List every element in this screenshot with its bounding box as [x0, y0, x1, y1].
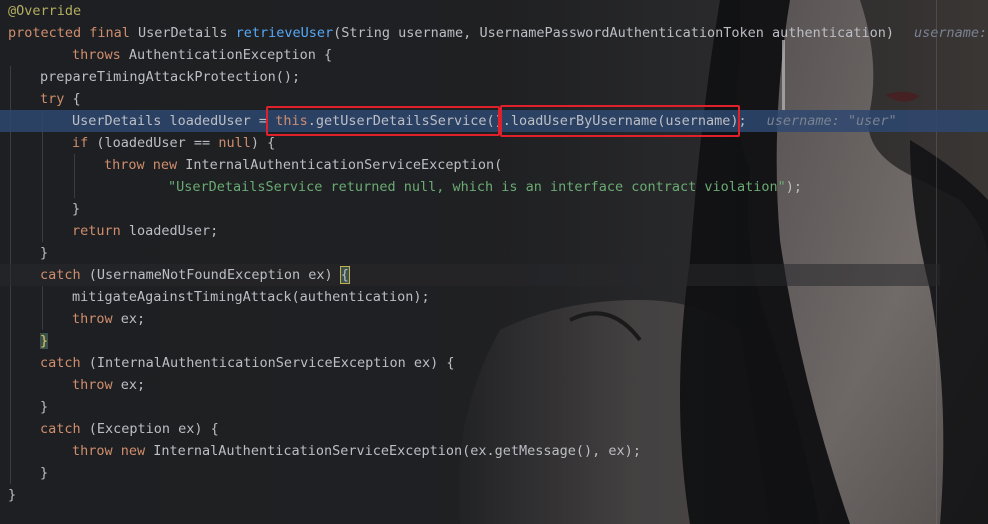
code-text: InternalAuthenticationServiceException(e… — [153, 443, 641, 459]
code-text: (InternalAuthenticationServiceException … — [80, 355, 455, 371]
keyword-token: catch — [40, 421, 81, 437]
code-text: } — [8, 487, 17, 503]
code-line: throw ex; — [72, 374, 988, 396]
keyword-token: throw new — [104, 157, 186, 173]
code-text: (Exception ex) { — [80, 421, 219, 437]
code-text: AuthenticationException { — [128, 47, 333, 63]
keyword-token: try — [40, 91, 65, 107]
code-text: UserDetails loadedUser = — [72, 113, 276, 129]
code-text: ) { — [250, 135, 276, 151]
code-line: } — [40, 396, 988, 418]
code-line: throw new InternalAuthenticationServiceE… — [72, 440, 988, 462]
code-line: throw new InternalAuthenticationServiceE… — [104, 154, 988, 176]
code-text: InternalAuthenticationServiceException( — [185, 157, 503, 173]
code-text: } — [40, 399, 49, 415]
method-name-token: retrieveUser — [235, 25, 334, 41]
code-line: catch (InternalAuthenticationServiceExce… — [40, 352, 988, 374]
keyword-token: this — [275, 113, 308, 129]
code-text: } — [40, 465, 49, 481]
keyword-token: catch — [40, 355, 81, 371]
keyword-token: protected final — [8, 25, 139, 41]
code-line: throw ex; — [72, 308, 988, 330]
keyword-token: if — [72, 135, 89, 151]
code-line: prepareTimingAttackProtection(); — [40, 66, 988, 88]
code-line: } — [40, 462, 988, 484]
code-lines: @Override protected final UserDetails re… — [0, 0, 988, 524]
code-text: { — [64, 91, 81, 107]
code-line: try { — [40, 88, 988, 110]
code-line: mitigateAgainstTimingAttack(authenticati… — [72, 286, 988, 308]
code-line: } — [8, 484, 988, 506]
code-text: ex; — [120, 377, 146, 393]
code-text: } — [40, 245, 49, 261]
code-line: protected final UserDetails retrieveUser… — [8, 22, 988, 44]
code-editor[interactable]: @Override protected final UserDetails re… — [0, 0, 988, 524]
code-line: throws AuthenticationException { — [72, 44, 988, 66]
code-text: ); — [785, 179, 802, 195]
code-line: catch (Exception ex) { — [40, 418, 988, 440]
matched-brace-close: } — [40, 333, 49, 349]
code-line: } — [40, 242, 988, 264]
keyword-token: throw new — [72, 443, 154, 459]
code-text: UserDetails — [138, 25, 236, 41]
code-line: "UserDetailsService returned null, which… — [168, 176, 988, 198]
keyword-token: return — [72, 223, 129, 239]
code-text: (String username, UsernamePasswordAuthen… — [333, 25, 894, 41]
code-text: (UsernameNotFoundException ex) — [80, 267, 341, 283]
keyword-token: throw — [72, 377, 121, 393]
keyword-token: catch — [40, 267, 81, 283]
code-line: } — [40, 330, 988, 352]
current-execution-line: UserDetails loadedUser = this.getUserDet… — [0, 110, 988, 132]
code-text: .loadUserByUsername(username); — [502, 113, 747, 129]
string-literal: "UserDetailsService returned null, which… — [168, 179, 786, 195]
inline-debug-hint: username: " — [913, 25, 988, 41]
keyword-token: null — [218, 135, 251, 151]
code-line: @Override — [8, 0, 988, 22]
code-text: .getUserDetailsService() — [307, 113, 503, 129]
code-text: mitigateAgainstTimingAttack(authenticati… — [72, 289, 430, 305]
keyword-token: throws — [72, 47, 129, 63]
code-text: ex; — [120, 311, 146, 327]
caret-line: catch (UsernameNotFoundException ex) { — [0, 264, 940, 286]
code-line: } — [72, 198, 988, 220]
inline-debug-hint: username: "user" — [766, 113, 897, 129]
code-line: if (loadedUser == null) { — [72, 132, 988, 154]
code-line: return loadedUser; — [72, 220, 988, 242]
code-text: } — [72, 201, 81, 217]
code-text: prepareTimingAttackProtection(); — [40, 69, 301, 85]
annotation-token: @Override — [8, 3, 82, 19]
code-text: (loadedUser == — [88, 135, 219, 151]
matched-brace-open: { — [339, 266, 350, 284]
keyword-token: throw — [72, 311, 121, 327]
code-text: loadedUser; — [128, 223, 219, 239]
